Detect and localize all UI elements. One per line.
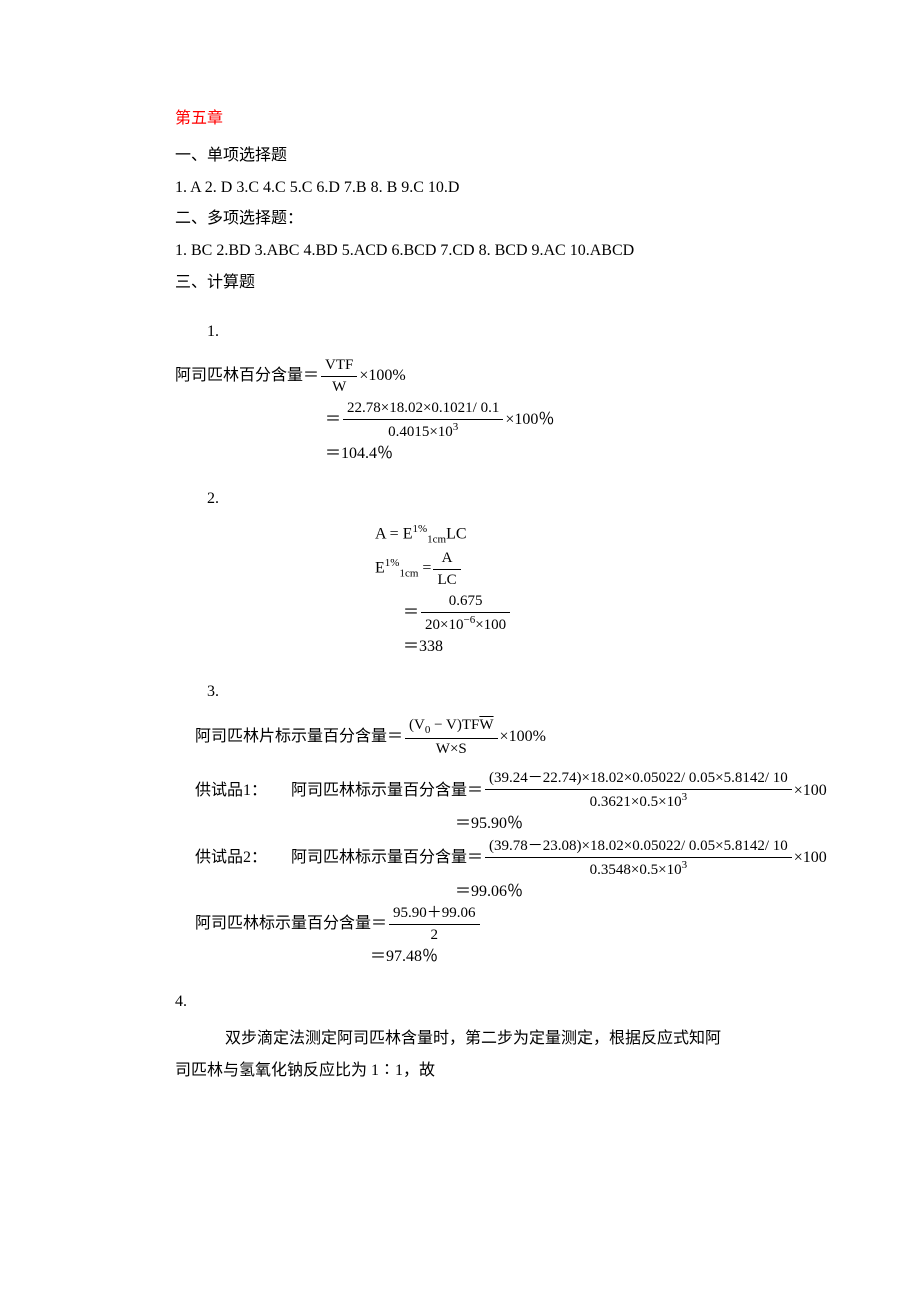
p3-s1-result: ＝95.90％	[455, 813, 523, 835]
p3-h-times: ×100%	[500, 726, 546, 748]
p1-result: ＝104.4％	[325, 443, 393, 465]
section-2-title: 二、多项选择题：	[175, 205, 920, 234]
p2-l2-den: LC	[433, 570, 460, 591]
p2-result: ＝338	[403, 636, 443, 658]
p3-s2-tail: ×100	[794, 847, 827, 869]
p3-s1-tail: ×100	[794, 780, 827, 802]
p2-l1: A = E1%1cmLC	[375, 522, 467, 548]
p3-s1-label: 供试品1：	[195, 780, 267, 802]
p3-s2-num: (39.78－23.08)×18.02×0.05022/ 0.05×5.8142…	[485, 836, 792, 858]
p3-h-num: (V0 − V)TFW	[405, 715, 498, 739]
problem-4-line1: 双步滴定法测定阿司匹林含量时，第二步为定量测定，根据反应式知阿	[225, 1025, 920, 1054]
problem-2-math: A = E1%1cmLC E1%1cm = A LC ＝ 0.675 20×10…	[175, 522, 920, 658]
p3-h-den: W×S	[405, 739, 498, 760]
p3-s1-expr-label: 阿司匹林标示量百分含量＝	[291, 780, 483, 802]
p1-label: 阿司匹林百分含量＝	[175, 365, 319, 387]
p2-l3-den: 20×10−6×100	[421, 613, 510, 636]
problem-1-math: 阿司匹林百分含量＝ VTF W ×100% ＝ 22.78×18.02×0.10…	[175, 355, 920, 465]
p1-l1-den: W	[321, 377, 357, 398]
p3-s1-num: (39.24－22.74)×18.02×0.05022/ 0.05×5.8142…	[485, 768, 792, 790]
p2-l3-eq: ＝	[403, 602, 419, 624]
problem-4-number: 4.	[175, 988, 920, 1017]
p1-eq2: ＝	[325, 409, 341, 431]
p1-times100-1: ×100%	[359, 365, 405, 387]
section-1-answers: 1. A 2. D 3.C 4.C 5.C 6.D 7.B 8. B 9.C 1…	[175, 174, 920, 203]
problem-3-number: 3.	[207, 678, 920, 707]
problem-2-number: 2.	[207, 485, 920, 514]
p2-l2-lhs: E1%1cm =	[375, 556, 431, 582]
p1-times100-2: ×100％	[505, 409, 554, 431]
section-2-answers: 1. BC 2.BD 3.ABC 4.BD 5.ACD 6.BCD 7.CD 8…	[175, 237, 920, 266]
p3-s1-den: 0.3621×0.5×103	[485, 790, 792, 813]
p3-s2-den: 0.3548×0.5×103	[485, 858, 792, 881]
p1-l2-den: 0.4015×103	[343, 420, 503, 443]
p3-avg-result: ＝97.48％	[370, 946, 438, 968]
p3-s2-expr-label: 阿司匹林标示量百分含量＝	[291, 847, 483, 869]
p2-l3-num: 0.675	[421, 591, 510, 613]
p3-s2-label: 供试品2：	[195, 847, 267, 869]
section-3-title: 三、计算题	[175, 269, 920, 298]
chapter-title: 第五章	[175, 105, 920, 134]
p2-l2-num: A	[433, 548, 460, 570]
p1-l2-num: 22.78×18.02×0.1021/ 0.1	[343, 398, 503, 420]
problem-3-math: 阿司匹林片标示量百分含量＝ (V0 − V)TFW W×S ×100% 供试品1…	[195, 715, 920, 969]
p3-avg-den: 2	[389, 925, 480, 946]
p1-l1-num: VTF	[321, 355, 357, 377]
p3-avg-label: 阿司匹林标示量百分含量＝	[195, 913, 387, 935]
p3-s2-result: ＝99.06％	[455, 881, 523, 903]
section-1-title: 一、单项选择题	[175, 142, 920, 171]
problem-1-number: 1.	[207, 318, 920, 347]
p3-header-label: 阿司匹林片标示量百分含量＝	[195, 726, 403, 748]
problem-4-line2: 司匹林与氢氧化钠反应比为 1∶1，故	[175, 1057, 920, 1086]
p3-avg-num: 95.90＋99.06	[389, 903, 480, 925]
